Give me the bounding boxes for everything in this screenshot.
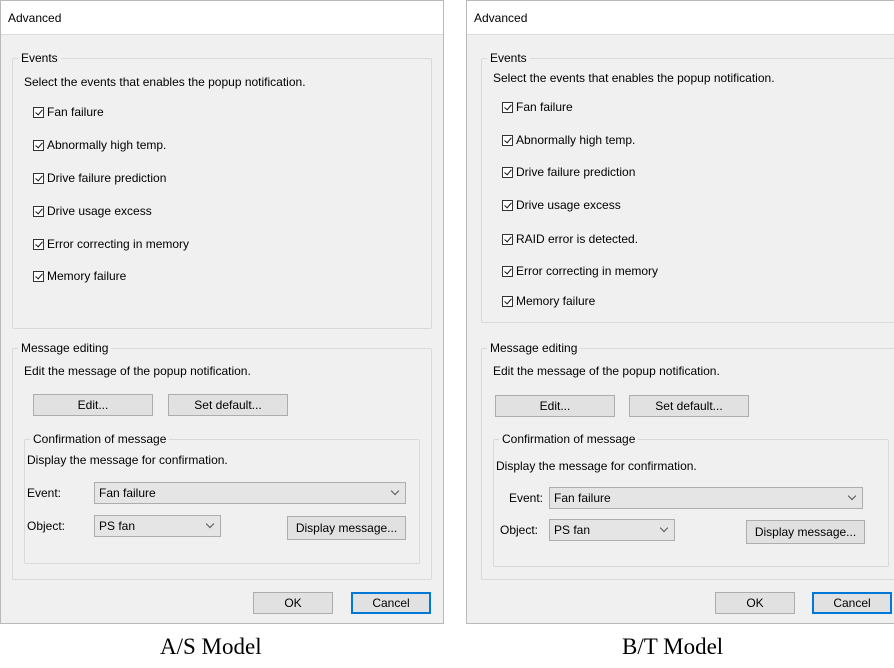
bt-event-label: Abnormally high temp. (516, 133, 636, 147)
as-message-editing-description: Edit the message of the popup notificati… (24, 364, 251, 378)
bt-object-dropdown[interactable]: PS fan (549, 519, 675, 541)
bt-message-editing-group: Message editing Edit the message of the … (481, 341, 894, 580)
as-event-checkbox-high-temp[interactable]: Abnormally high temp. (33, 137, 166, 153)
as-object-dropdown[interactable]: PS fan (94, 515, 221, 537)
as-message-editing-legend: Message editing (18, 341, 112, 355)
checkbox-checked-icon[interactable] (502, 265, 513, 277)
checkbox-checked-icon[interactable] (33, 172, 44, 184)
as-event-label: Drive usage excess (47, 204, 152, 218)
as-events-description: Select the events that enables the popup… (24, 75, 306, 89)
chevron-down-icon (659, 523, 669, 533)
as-event-checkbox-memory-failure[interactable]: Memory failure (33, 268, 126, 284)
bt-event-checkbox-memory-failure[interactable]: Memory failure (502, 293, 595, 309)
as-ok-button[interactable]: OK (253, 592, 333, 614)
bt-events-description: Select the events that enables the popup… (493, 71, 775, 85)
bt-dialog-title: Advanced (467, 1, 894, 35)
as-object-field-label: Object: (27, 519, 66, 533)
as-event-checkbox-drive-usage-excess[interactable]: Drive usage excess (33, 203, 152, 219)
chevron-down-icon (205, 519, 215, 529)
bt-edit-button[interactable]: Edit... (495, 395, 615, 417)
bt-object-dropdown-value: PS fan (554, 523, 591, 537)
as-confirmation-group: Confirmation of message Display the mess… (24, 432, 420, 564)
checkbox-checked-icon[interactable] (502, 199, 513, 211)
bt-event-checkbox-drive-usage-excess[interactable]: Drive usage excess (502, 197, 621, 213)
bt-message-editing-legend: Message editing (487, 341, 581, 355)
as-edit-button[interactable]: Edit... (33, 394, 153, 416)
chevron-down-icon (847, 491, 857, 501)
as-event-dropdown[interactable]: Fan failure (94, 482, 406, 504)
checkbox-checked-icon[interactable] (502, 101, 513, 113)
as-event-label: Abnormally high temp. (47, 138, 167, 152)
as-event-label: Memory failure (47, 269, 127, 283)
checkbox-checked-icon[interactable] (33, 106, 44, 118)
checkbox-checked-icon[interactable] (502, 233, 513, 245)
bt-set-default-button[interactable]: Set default... (629, 395, 749, 417)
checkbox-checked-icon[interactable] (502, 134, 513, 146)
as-event-label: Fan failure (47, 105, 104, 119)
checkbox-checked-icon[interactable] (33, 238, 44, 250)
as-events-legend: Events (18, 51, 61, 65)
bt-cancel-button[interactable]: Cancel (812, 592, 892, 614)
checkbox-checked-icon[interactable] (33, 139, 44, 151)
as-event-checkbox-drive-failure-prediction[interactable]: Drive failure prediction (33, 170, 166, 186)
bt-event-dropdown[interactable]: Fan failure (549, 487, 863, 509)
as-confirmation-legend: Confirmation of message (30, 432, 170, 446)
as-cancel-button[interactable]: Cancel (351, 592, 431, 614)
as-event-field-label: Event: (27, 486, 62, 500)
as-confirmation-description: Display the message for confirmation. (27, 453, 228, 467)
bt-events-legend: Events (487, 51, 530, 65)
bt-ok-button[interactable]: OK (715, 592, 795, 614)
checkbox-checked-icon[interactable] (502, 166, 513, 178)
bt-confirmation-description: Display the message for confirmation. (496, 459, 697, 473)
bt-event-dropdown-value: Fan failure (554, 491, 611, 505)
as-event-label: Error correcting in memory (47, 237, 190, 251)
as-display-message-button[interactable]: Display message... (287, 516, 406, 540)
bt-event-checkbox-drive-failure-prediction[interactable]: Drive failure prediction (502, 164, 635, 180)
checkbox-checked-icon[interactable] (33, 205, 44, 217)
bt-confirmation-group: Confirmation of message Display the mess… (493, 432, 889, 567)
as-event-dropdown-value: Fan failure (99, 486, 156, 500)
as-set-default-button[interactable]: Set default... (168, 394, 288, 416)
bt-event-checkbox-error-correcting-memory[interactable]: Error correcting in memory (502, 263, 658, 279)
caption-as-model: A/S Model (160, 634, 262, 659)
bt-event-label: Drive failure prediction (516, 165, 636, 179)
bt-message-editing-description: Edit the message of the popup notificati… (493, 364, 720, 378)
bt-event-checkbox-fan-failure[interactable]: Fan failure (502, 99, 573, 115)
bt-display-message-button[interactable]: Display message... (746, 520, 865, 544)
bt-object-field-label: Object: (500, 523, 539, 537)
as-object-dropdown-value: PS fan (99, 519, 136, 533)
bt-event-label: Drive usage excess (516, 198, 621, 212)
checkbox-checked-icon[interactable] (33, 270, 44, 282)
bt-advanced-dialog: Advanced Events Select the events that e… (466, 0, 894, 624)
caption-bt-model: B/T Model (622, 634, 724, 659)
bt-confirmation-legend: Confirmation of message (499, 432, 639, 446)
bt-event-label: Memory failure (516, 294, 596, 308)
chevron-down-icon (390, 486, 400, 496)
bt-events-group: Events Select the events that enables th… (481, 51, 894, 323)
as-events-group: Events Select the events that enables th… (12, 51, 432, 329)
as-event-label: Drive failure prediction (47, 171, 167, 185)
bt-event-checkbox-raid-error[interactable]: RAID error is detected. (502, 231, 638, 247)
bt-event-label: RAID error is detected. (516, 232, 639, 246)
bt-event-checkbox-high-temp[interactable]: Abnormally high temp. (502, 132, 635, 148)
checkbox-checked-icon[interactable] (502, 295, 513, 307)
as-dialog-title: Advanced (1, 1, 443, 35)
as-event-checkbox-error-correcting-memory[interactable]: Error correcting in memory (33, 236, 189, 252)
as-message-editing-group: Message editing Edit the message of the … (12, 341, 432, 580)
bt-event-label: Fan failure (516, 100, 573, 114)
bt-event-label: Error correcting in memory (516, 264, 659, 278)
as-advanced-dialog: Advanced Events Select the events that e… (0, 0, 444, 624)
bt-event-field-label: Event: (509, 491, 544, 505)
as-event-checkbox-fan-failure[interactable]: Fan failure (33, 104, 104, 120)
